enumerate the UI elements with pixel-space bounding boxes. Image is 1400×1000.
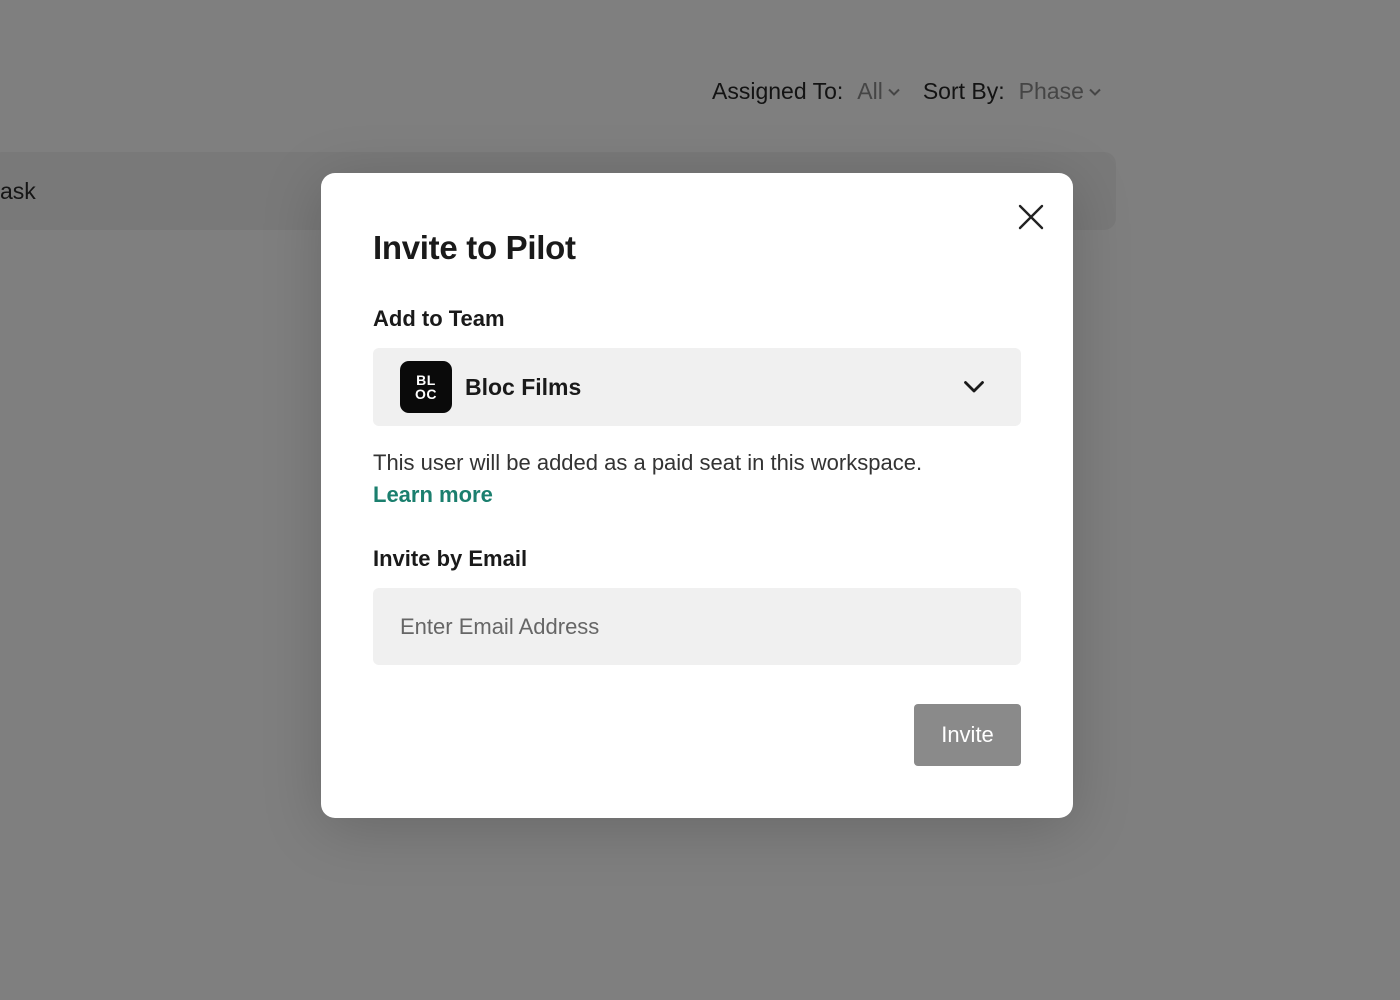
add-to-team-label: Add to Team (373, 306, 505, 331)
invite-by-email-label: Invite by Email (373, 546, 528, 571)
learn-more-link[interactable]: Learn more (373, 479, 493, 511)
paid-seat-notice: This user will be added as a paid seat i… (373, 450, 923, 475)
modal-title: Invite to Pilot (373, 229, 576, 266)
team-logo: BL OC (400, 361, 452, 413)
chevron-down-icon (963, 380, 985, 394)
team-name: Bloc Films (465, 373, 582, 400)
email-input[interactable] (373, 588, 1021, 665)
invite-button[interactable]: Invite (914, 704, 1021, 766)
team-logo-line2: OC (415, 386, 437, 402)
invite-modal: Invite to Pilot Add to Team BL OC Bloc F… (321, 173, 1073, 818)
team-logo-line1: BL (416, 372, 436, 388)
close-button[interactable] (1015, 201, 1047, 233)
close-icon (1018, 204, 1044, 230)
team-select[interactable]: BL OC Bloc Films (373, 348, 1021, 426)
